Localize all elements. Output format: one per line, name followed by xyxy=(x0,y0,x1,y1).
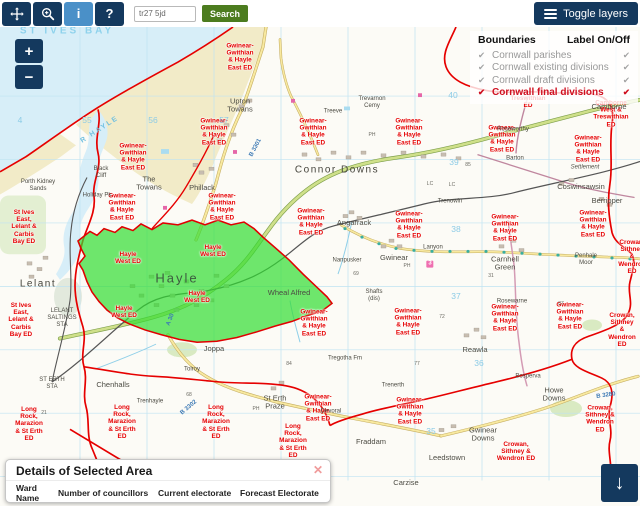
layer-label: Cornwall final divisions xyxy=(492,87,604,98)
layer-check-icon[interactable]: ✔ xyxy=(478,50,492,61)
scroll-down-button[interactable]: ↓ xyxy=(601,464,638,502)
table-column-header: Ward Name xyxy=(16,483,58,504)
layer-label: Cornwall draft divisions xyxy=(492,75,595,86)
toolbar-left-group: i ? Search xyxy=(2,2,248,26)
layer-check-icon[interactable]: ✔ xyxy=(478,87,492,98)
layers-panel-label-toggle-title: Label On/Off xyxy=(567,34,630,46)
map-viewport[interactable]: Gwinear- Gwithian & Hayle East EDGwinear… xyxy=(0,27,640,506)
search-button[interactable]: Search xyxy=(202,5,248,22)
map-zoom-out-button[interactable]: − xyxy=(15,65,43,89)
table-column-header: Number of councillors xyxy=(58,483,158,504)
layer-check-icon[interactable]: ✔ xyxy=(478,75,492,86)
map-zoom-control: + − xyxy=(15,39,43,89)
toggle-layers-label: Toggle layers xyxy=(563,8,628,20)
close-icon[interactable]: ✕ xyxy=(313,463,323,477)
top-toolbar: i ? Search Toggle layers xyxy=(0,0,640,27)
toggle-layers-button[interactable]: Toggle layers xyxy=(534,2,638,25)
map-zoom-in-button[interactable]: + xyxy=(15,39,43,63)
pan-button[interactable] xyxy=(2,2,31,26)
layer-row-list: ✔Cornwall parishes✔✔Cornwall existing di… xyxy=(478,49,630,99)
layer-row-cornwall-parishes[interactable]: ✔Cornwall parishes✔ xyxy=(478,49,630,62)
layers-panel-title: Boundaries xyxy=(478,34,536,46)
table-column-header: Current electorate xyxy=(158,483,240,504)
layer-row-cornwall-existing-divisions[interactable]: ✔Cornwall existing divisions✔ xyxy=(478,62,630,75)
info-icon: i xyxy=(77,6,81,21)
layers-panel-header: Boundaries Label On/Off xyxy=(478,34,630,46)
layer-label: Cornwall existing divisions xyxy=(492,62,609,73)
table-column-header: Forecast Electorate xyxy=(240,483,322,504)
help-button[interactable]: ? xyxy=(95,2,124,26)
label-toggle-check-icon[interactable]: ✔ xyxy=(623,87,630,98)
layers-panel: Boundaries Label On/Off ✔Cornwall parish… xyxy=(470,31,638,104)
zoom-button[interactable] xyxy=(33,2,62,26)
layers-icon xyxy=(544,9,557,19)
details-panel-title: Details of Selected Area xyxy=(16,464,320,478)
layer-check-icon[interactable]: ✔ xyxy=(478,62,492,73)
selected-area-table: Ward NameNumber of councillorsCurrent el… xyxy=(16,483,322,506)
layer-label: Cornwall parishes xyxy=(492,50,571,61)
layer-row-cornwall-final-divisions[interactable]: ✔Cornwall final divisions✔ xyxy=(478,87,630,100)
label-toggle-check-icon[interactable]: ✔ xyxy=(623,62,630,73)
label-toggle-check-icon[interactable]: ✔ xyxy=(623,50,630,61)
details-panel: Details of Selected Area ✕ Ward NameNumb… xyxy=(5,459,331,503)
details-panel-header: Details of Selected Area ✕ xyxy=(6,460,330,481)
help-icon: ? xyxy=(106,6,114,21)
info-button[interactable]: i xyxy=(64,2,93,26)
search-input[interactable] xyxy=(134,6,196,22)
label-toggle-check-icon[interactable]: ✔ xyxy=(623,75,630,86)
layer-row-cornwall-draft-divisions[interactable]: ✔Cornwall draft divisions✔ xyxy=(478,74,630,87)
down-arrow-icon: ↓ xyxy=(615,472,625,494)
move-arrows-icon xyxy=(9,6,25,22)
magnifier-plus-icon xyxy=(40,6,56,22)
app-root: i ? Search Toggle layers xyxy=(0,0,640,506)
